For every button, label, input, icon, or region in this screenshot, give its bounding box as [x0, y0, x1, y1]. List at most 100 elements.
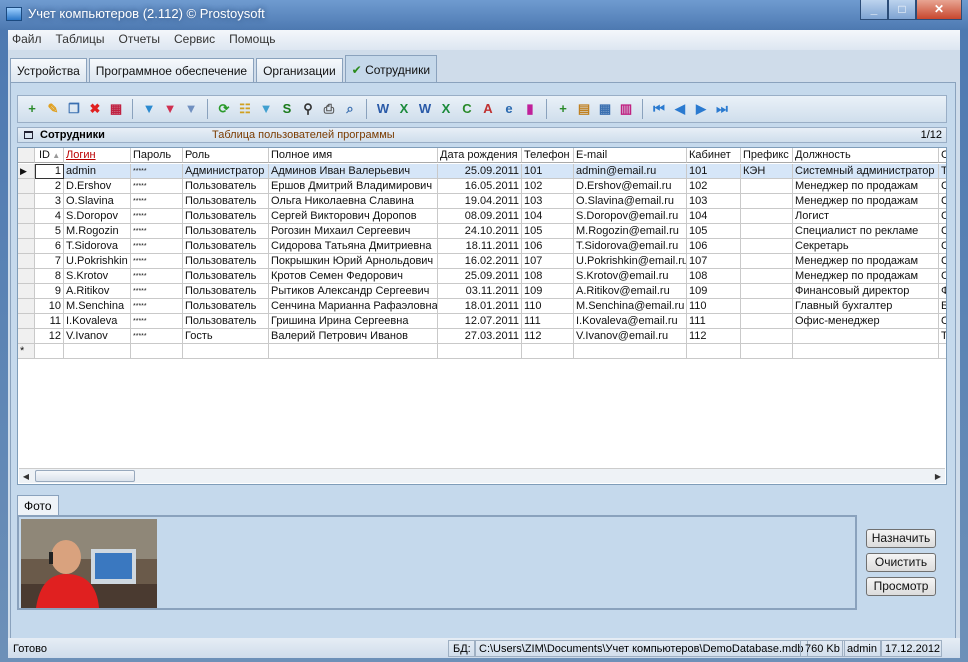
cell-Логин[interactable]: A.Ritikov [64, 284, 131, 299]
cell-Логин[interactable]: T.Sidorova [64, 239, 131, 254]
cell-Должность[interactable]: Системный администратор [793, 164, 939, 179]
cell-empty[interactable] [35, 344, 64, 359]
column-header-2[interactable]: Пароль [131, 148, 183, 163]
row-indicator[interactable] [18, 299, 35, 314]
cell-Роль[interactable]: Гость [183, 329, 269, 344]
cell-Полное имя[interactable]: Покрышкин Юрий Арнольдович [269, 254, 438, 269]
cell-Роль[interactable]: Пользователь [183, 209, 269, 224]
cell-Префикс[interactable] [741, 179, 793, 194]
table-row[interactable]: 3 O.Slavina ***** Пользователь Ольга Николае… [18, 194, 946, 209]
cell-Кабинет[interactable]: 102 [687, 179, 741, 194]
cell-Полное имя[interactable]: Сидорова Татьяна Дмитриевна [269, 239, 438, 254]
cell-С[interactable]: Ф [939, 284, 946, 299]
edit-icon[interactable]: ✎ [45, 101, 61, 117]
cell-Пароль[interactable]: ***** [131, 254, 183, 269]
cell-Телефон[interactable]: 106 [522, 239, 574, 254]
print-preview-icon[interactable]: ⌕ [342, 101, 358, 117]
cell-E-mail[interactable]: I.Kovaleva@email.ru [574, 314, 687, 329]
table-row[interactable]: 9 A.Ritikov ***** Пользователь Рытиков Алекс… [18, 284, 946, 299]
cell-Должность[interactable]: Офис-менеджер [793, 314, 939, 329]
row-indicator[interactable] [18, 224, 35, 239]
cell-Должность[interactable] [793, 329, 939, 344]
cell-Логин[interactable]: O.Slavina [64, 194, 131, 209]
table-row[interactable]: 7 U.Pokrishkin ***** Пользователь Покрышкин … [18, 254, 946, 269]
cell-Кабинет[interactable]: 112 [687, 329, 741, 344]
cell-ID[interactable]: 1 [35, 164, 64, 179]
cell-Дата рождения[interactable]: 25.09.2011 [438, 269, 522, 284]
first-icon[interactable]: ⏮ [651, 101, 667, 117]
cell-Должность[interactable]: Менеджер по продажам [793, 194, 939, 209]
employees-grid[interactable]: ◀ ▶ ID ▲ Логин Пароль Роль Полное имя Дата ро… [17, 147, 947, 485]
cell-Пароль[interactable]: ***** [131, 329, 183, 344]
cell-Дата рождения[interactable]: 16.02.2011 [438, 254, 522, 269]
field-settings-icon[interactable]: ▤ [576, 101, 592, 117]
cell-Логин[interactable]: D.Ershov [64, 179, 131, 194]
cell-Роль[interactable]: Пользователь [183, 239, 269, 254]
table-settings-icon[interactable]: ▦ [597, 101, 613, 117]
cell-Телефон[interactable]: 108 [522, 269, 574, 284]
cell-ID[interactable]: 2 [35, 179, 64, 194]
cell-Пароль[interactable]: ***** [131, 209, 183, 224]
cell-Телефон[interactable]: 110 [522, 299, 574, 314]
horizontal-scrollbar[interactable]: ◀ ▶ [19, 468, 945, 483]
cell-E-mail[interactable]: T.Sidorova@email.ru [574, 239, 687, 254]
cell-Дата рождения[interactable]: 24.10.2011 [438, 224, 522, 239]
cell-Пароль[interactable]: ***** [131, 164, 183, 179]
cell-Полное имя[interactable]: Сергей Викторович Доропов [269, 209, 438, 224]
cell-empty[interactable] [939, 344, 946, 359]
cell-Префикс[interactable] [741, 284, 793, 299]
cell-Полное имя[interactable]: Ершов Дмитрий Владимирович [269, 179, 438, 194]
cell-С[interactable]: Б [939, 299, 946, 314]
next-icon[interactable]: ▶ [693, 101, 709, 117]
refresh-icon[interactable]: ⟳ [216, 101, 232, 117]
cell-Кабинет[interactable]: 103 [687, 194, 741, 209]
assign-photo-button[interactable]: Назначить [866, 529, 936, 548]
cell-empty[interactable] [574, 344, 687, 359]
row-indicator[interactable]: ▶ [18, 164, 35, 179]
cell-empty[interactable] [522, 344, 574, 359]
cell-Логин[interactable]: admin [64, 164, 131, 179]
cell-E-mail[interactable]: V.Ivanov@email.ru [574, 329, 687, 344]
table-row[interactable]: 2 D.Ershov ***** Пользователь Ершов Дмитрий … [18, 179, 946, 194]
column-header-1[interactable]: Логин [64, 148, 131, 163]
cell-Пароль[interactable]: ***** [131, 314, 183, 329]
cell-Пароль[interactable]: ***** [131, 224, 183, 239]
row-indicator[interactable] [18, 179, 35, 194]
cell-Префикс[interactable] [741, 314, 793, 329]
cell-ID[interactable]: 3 [35, 194, 64, 209]
copy-icon[interactable]: ❐ [66, 101, 82, 117]
cell-Роль[interactable]: Пользователь [183, 179, 269, 194]
filter-clear-icon[interactable]: ▼ [183, 101, 199, 117]
export-html-icon[interactable]: e [501, 101, 517, 117]
cell-Полное имя[interactable]: Валерий Петрович Иванов [269, 329, 438, 344]
export-csv-icon[interactable]: C [459, 101, 475, 117]
cell-ID[interactable]: 11 [35, 314, 64, 329]
cell-Префикс[interactable] [741, 209, 793, 224]
sql-icon[interactable]: S [279, 101, 295, 117]
cell-Полное имя[interactable]: Рытиков Александр Сергеевич [269, 284, 438, 299]
column-header-10[interactable]: Должность [793, 148, 939, 163]
cell-ID[interactable]: 10 [35, 299, 64, 314]
row-indicator[interactable] [18, 209, 35, 224]
cell-E-mail[interactable]: A.Ritikov@email.ru [574, 284, 687, 299]
cell-Логин[interactable]: S.Doropov [64, 209, 131, 224]
cell-Дата рождения[interactable]: 08.09.2011 [438, 209, 522, 224]
cell-Логин[interactable]: M.Rogozin [64, 224, 131, 239]
table-row[interactable]: 5 M.Rogozin ***** Пользователь Рогозин Михаи… [18, 224, 946, 239]
find-icon[interactable]: ⚲ [300, 101, 316, 117]
export-word-icon[interactable]: W [417, 101, 433, 117]
cell-Кабинет[interactable]: 110 [687, 299, 741, 314]
cell-Пароль[interactable]: ***** [131, 239, 183, 254]
cell-Логин[interactable]: I.Kovaleva [64, 314, 131, 329]
cell-Телефон[interactable]: 109 [522, 284, 574, 299]
cell-Должность[interactable]: Секретарь [793, 239, 939, 254]
cell-Префикс[interactable]: КЭН [741, 164, 793, 179]
column-header-4[interactable]: Полное имя [269, 148, 438, 163]
cell-Должность[interactable]: Менеджер по продажам [793, 179, 939, 194]
cell-Полное имя[interactable]: Гришина Ирина Сергеевна [269, 314, 438, 329]
menu-item[interactable]: Таблицы [56, 32, 105, 48]
cell-Телефон[interactable]: 105 [522, 224, 574, 239]
column-header-3[interactable]: Роль [183, 148, 269, 163]
cell-Телефон[interactable]: 102 [522, 179, 574, 194]
row-indicator[interactable] [18, 254, 35, 269]
